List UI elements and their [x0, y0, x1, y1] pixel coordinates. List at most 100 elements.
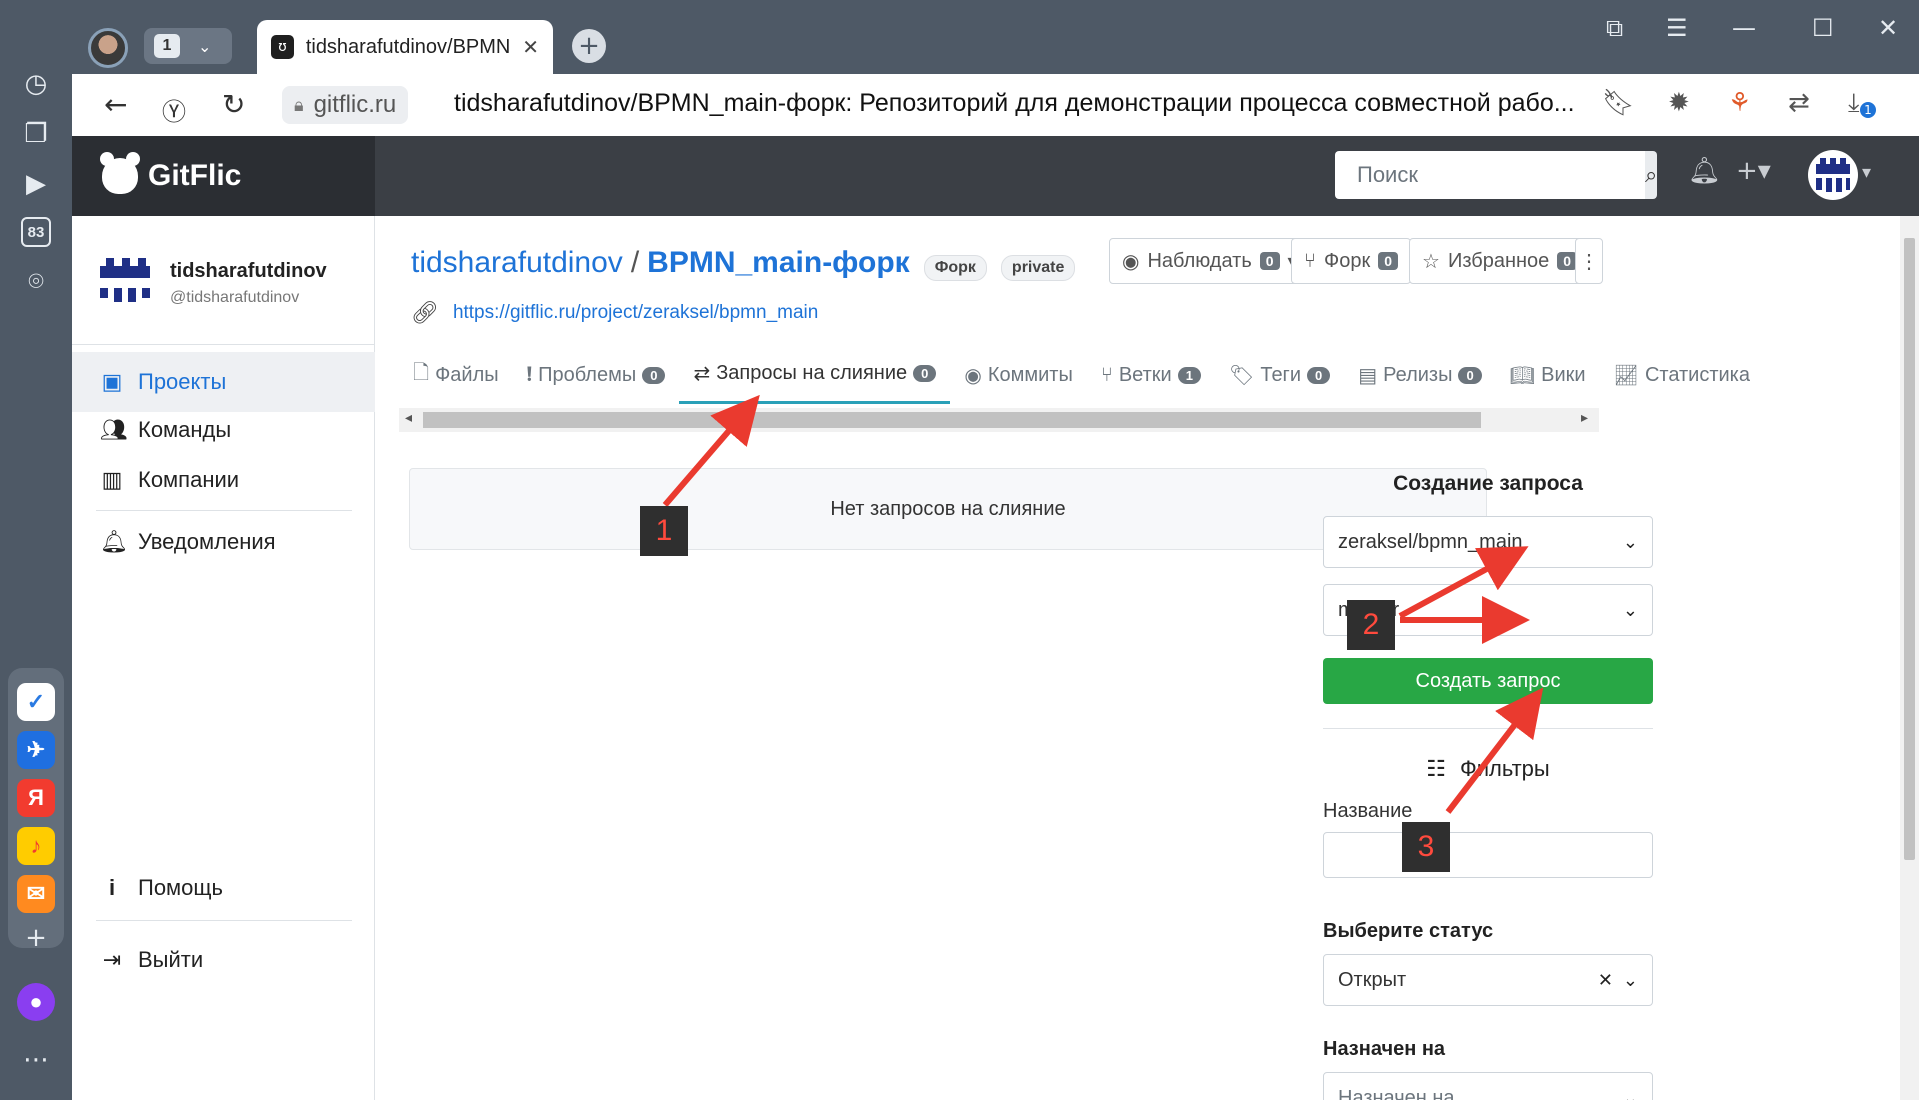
annotation-marker-1: 1	[640, 506, 688, 556]
back-icon[interactable]: ←	[104, 88, 127, 121]
media-play-icon[interactable]: ▶	[16, 164, 56, 204]
close-tab-icon[interactable]: ✕	[522, 35, 539, 59]
add-app-icon[interactable]: +	[16, 918, 56, 958]
divider	[96, 920, 352, 921]
new-tab-button[interactable]: +	[572, 29, 606, 63]
logout-link[interactable]: ⇥ Выйти	[72, 930, 375, 990]
main-area: tidsharafutdinov / BPMN_main-форк Форк p…	[375, 216, 1919, 1100]
assignee-select[interactable]: Назначен на ⌄	[1323, 1072, 1653, 1100]
tab-issues[interactable]: ❗︎ Проблемы 0	[513, 346, 680, 404]
notifications-bell-icon[interactable]: 🔔︎	[1688, 156, 1721, 186]
fork-badge: Форк	[923, 255, 987, 281]
lock-icon: 🔒︎	[294, 94, 304, 116]
add-menu-icon[interactable]: +▾	[1736, 156, 1771, 186]
extension-translate-icon[interactable]: ⇄	[1788, 88, 1810, 118]
tag-icon: 🏷︎	[1228, 364, 1255, 387]
annotation-marker-2: 2	[1347, 600, 1395, 650]
logout-label: Выйти	[138, 947, 204, 972]
user-handle: @tidsharafutdinov	[170, 289, 300, 306]
messenger-app-icon[interactable]: ✈	[16, 730, 56, 770]
info-icon: i	[108, 875, 116, 900]
reload-icon[interactable]: ↻	[222, 88, 245, 121]
yandex-app-icon[interactable]: Я	[16, 778, 56, 818]
name-filter-label: Название	[1323, 800, 1413, 822]
tab-label: Теги	[1260, 363, 1302, 386]
gitflic-header: GitFlic ⌕ 🔔︎ +▾ ▾	[72, 136, 1919, 216]
divider	[72, 344, 375, 345]
collections-icon[interactable]: ❐	[16, 114, 56, 154]
status-select[interactable]: Открыт ✕ ⌄	[1323, 954, 1653, 1006]
counter-badge[interactable]: 83	[16, 212, 56, 252]
tab-branches[interactable]: ⑂ Ветки 1	[1087, 346, 1215, 404]
profile-avatar[interactable]	[88, 28, 128, 68]
address-page-title[interactable]: tidsharafutdinov/BPMN_main-форк: Репозит…	[454, 89, 1644, 118]
divider	[96, 510, 352, 511]
tracker-app-icon[interactable]: ✓	[16, 682, 56, 722]
watch-button[interactable]: ◉ Наблюдать 0 ▾	[1109, 238, 1311, 284]
user-card[interactable]: tidsharafutdinov @tidsharafutdinov	[96, 252, 327, 310]
team-icon: 👥︎	[100, 417, 128, 442]
active-tab[interactable]: ʊ tidsharafutdinov/BPMN_main-форк ✕	[257, 20, 553, 74]
music-app-icon[interactable]: ♪	[16, 826, 56, 866]
tab-count: 0	[642, 366, 666, 384]
extension-bug-icon[interactable]: ✹	[1668, 88, 1690, 118]
download-icon[interactable]: ⤓ 1	[1848, 88, 1876, 119]
scroll-left-icon[interactable]: ◂	[405, 410, 412, 426]
help-link[interactable]: i Помощь	[72, 858, 375, 918]
eye-icon: ◉	[1122, 250, 1140, 273]
close-window-icon[interactable]: ✕	[1878, 14, 1898, 42]
brand-name: GitFlic	[148, 159, 242, 192]
left-sidebar: tidsharafutdinov @tidsharafutdinov ▣ Про…	[72, 216, 375, 1100]
scroll-thumb[interactable]	[1904, 238, 1915, 860]
chevron-down-icon: ⌄	[1622, 1087, 1638, 1100]
user-avatar[interactable]	[1808, 150, 1858, 200]
alice-icon[interactable]: ●	[16, 982, 56, 1022]
help-label: Помощь	[138, 875, 223, 900]
yandex-home-icon[interactable]: Ⓨ	[162, 92, 186, 127]
link-icon: 🔗︎	[411, 300, 439, 325]
bookmarks-panel-icon[interactable]: ⧉	[1606, 14, 1623, 42]
sidebar-item-companies[interactable]: ▥ Компании	[72, 450, 375, 510]
tab-commits[interactable]: ◉ Коммиты	[950, 346, 1086, 404]
more-icon[interactable]: ⋯	[16, 1040, 56, 1080]
page-content: tidsharafutdinov @tidsharafutdinov ▣ Про…	[72, 216, 1919, 1100]
maximize-icon[interactable]: ☐	[1812, 14, 1834, 42]
commit-icon: ◉	[964, 364, 982, 387]
name-filter-input[interactable]	[1323, 832, 1653, 878]
minimize-icon[interactable]: —	[1732, 14, 1756, 42]
menu-icon[interactable]: ☰	[1666, 14, 1688, 42]
empty-state-text: Нет запросов на слияние	[830, 497, 1066, 520]
logout-icon: ⇥	[102, 947, 122, 972]
watch-count: 0	[1259, 252, 1280, 270]
screenshot-icon[interactable]: ⌾	[16, 262, 56, 302]
search-icon[interactable]: ⌕	[1645, 151, 1658, 199]
watch-label: Наблюдать	[1147, 249, 1252, 272]
target-repo-select[interactable]: zeraksel/bpmn_main ⌄	[1323, 516, 1653, 568]
site-info-button[interactable]: 🔒︎ gitflic.ru	[282, 86, 409, 124]
sidebar-item-notifications[interactable]: 🔔︎ Уведомления	[72, 512, 375, 572]
tab-count-button[interactable]: 1 ⌄	[144, 28, 232, 64]
tab-label: Коммиты	[987, 363, 1073, 386]
create-request-button[interactable]: Создать запрос	[1323, 658, 1653, 704]
repo-owner-link[interactable]: tidsharafutdinov	[411, 246, 623, 280]
mail-app-icon[interactable]: ✉	[16, 874, 56, 914]
tab-label: Файлы	[435, 363, 499, 386]
page-scrollbar[interactable]	[1900, 216, 1919, 1100]
project-icon: ▣	[101, 369, 123, 394]
gitflic-logo[interactable]: GitFlic	[72, 136, 375, 216]
repo-name-link[interactable]: BPMN_main-форк	[647, 246, 910, 280]
bookmark-icon[interactable]: 🔖︎	[1602, 88, 1635, 118]
chevron-down-icon[interactable]: ▾	[1862, 162, 1871, 183]
file-icon: 🗋︎	[413, 362, 430, 384]
clear-and-chevron-icon[interactable]: ✕ ⌄	[1598, 970, 1638, 991]
tab-merge-requests[interactable]: ⇄ Запросы на слияние 0	[679, 346, 951, 404]
tab-files[interactable]: 🗋︎ Файлы	[399, 346, 513, 404]
tab-count: 1	[1177, 366, 1201, 384]
extension-tree-icon[interactable]: ⚘	[1728, 88, 1751, 118]
search-input[interactable]	[1335, 151, 1645, 199]
branch-icon: ⑂	[1100, 363, 1113, 386]
history-icon[interactable]: ◷	[16, 64, 56, 104]
search-box: ⌕	[1335, 151, 1658, 199]
repo-url-link[interactable]: https://gitflic.ru/project/zeraksel/bpmn…	[453, 302, 818, 324]
bear-logo-icon	[100, 152, 140, 194]
